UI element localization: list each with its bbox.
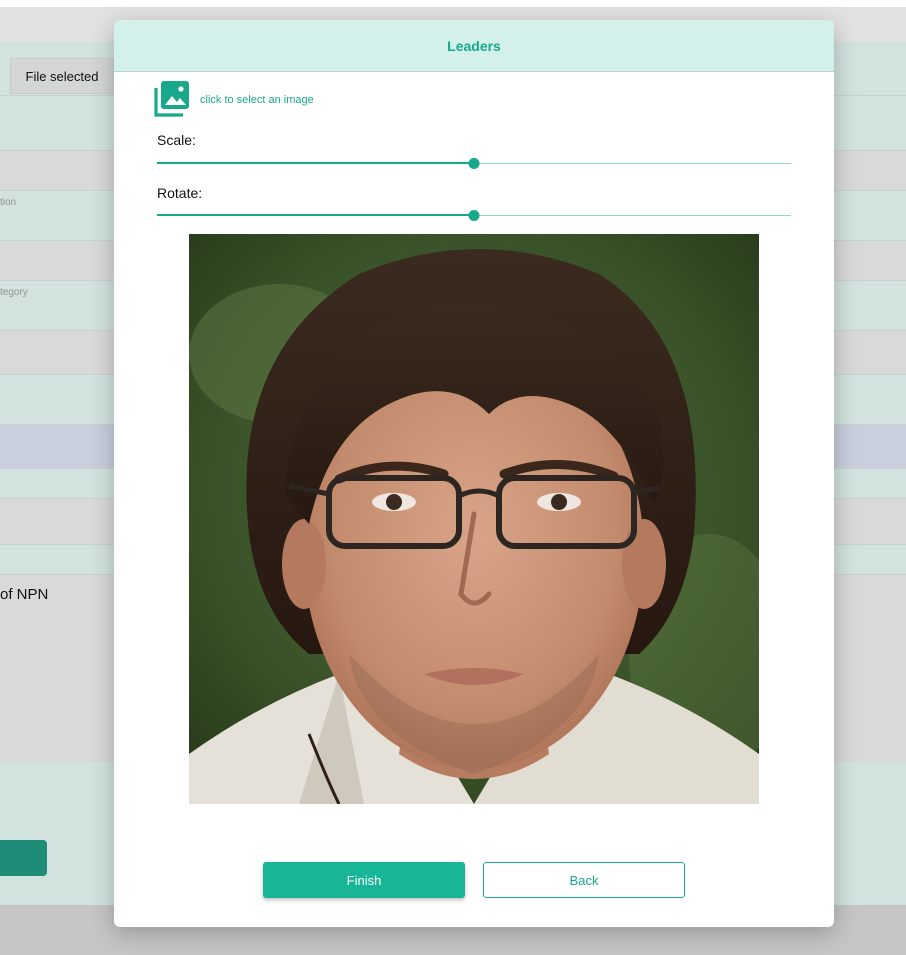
slider-thumb[interactable]	[468, 210, 480, 221]
slider-fill	[157, 214, 474, 216]
slider-fill	[157, 162, 474, 164]
field-hint: tegory	[0, 287, 28, 298]
image-gallery-icon[interactable]	[154, 81, 190, 117]
crop-preview-image[interactable]	[189, 234, 759, 804]
back-button[interactable]: Back	[483, 862, 685, 898]
file-selected-button[interactable]: File selected	[10, 58, 114, 94]
slider-thumb[interactable]	[468, 158, 480, 169]
image-crop-modal: Leaders click to select an image Scale: …	[114, 20, 834, 927]
modal-header: Leaders	[114, 20, 834, 72]
modal-title: Leaders	[447, 37, 501, 54]
scale-label: Scale:	[157, 132, 196, 148]
background-text: of NPN	[0, 586, 49, 603]
select-image-link[interactable]: click to select an image	[200, 94, 314, 106]
scale-slider[interactable]	[157, 158, 791, 170]
field-hint: tion	[0, 197, 17, 208]
rotate-slider[interactable]	[157, 210, 791, 222]
rotate-label: Rotate:	[157, 185, 203, 201]
background-submit-button[interactable]	[0, 840, 47, 876]
select-image-button[interactable]: click to select an image	[154, 81, 314, 117]
finish-button[interactable]: Finish	[263, 862, 465, 898]
top-bar	[0, 0, 906, 7]
